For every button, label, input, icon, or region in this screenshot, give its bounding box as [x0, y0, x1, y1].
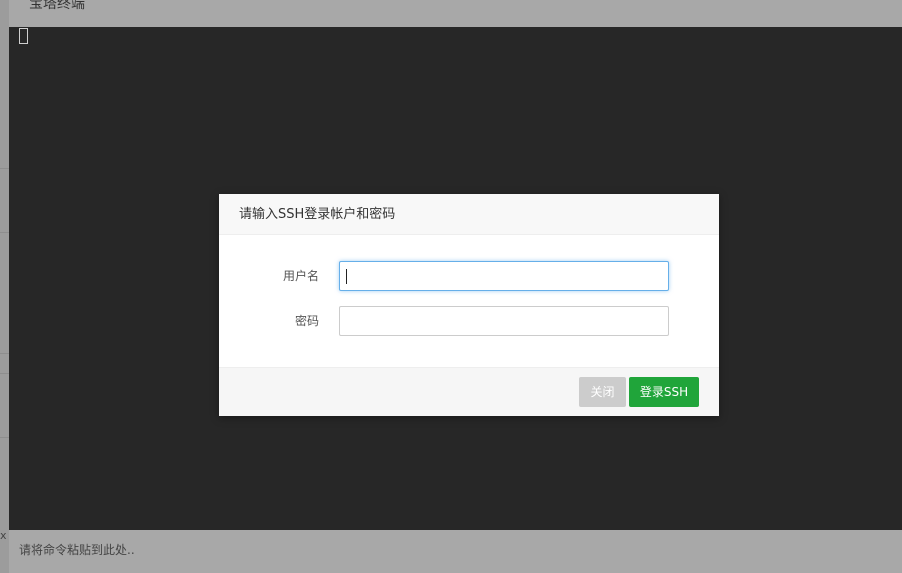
- close-icon[interactable]: x: [0, 530, 7, 542]
- close-button[interactable]: 关闭: [579, 377, 626, 407]
- divider: [0, 168, 9, 169]
- divider: [0, 437, 9, 438]
- background-page-strip: x: [0, 0, 9, 573]
- login-ssh-button[interactable]: 登录SSH: [629, 377, 699, 407]
- username-label: 用户名: [282, 269, 319, 283]
- divider: [0, 232, 9, 233]
- divider: [0, 353, 9, 354]
- dialog-footer: 关闭 登录SSH: [219, 367, 719, 416]
- dialog-title: 请输入SSH登录帐户和密码: [239, 207, 396, 222]
- text-caret: [346, 269, 347, 284]
- password-field[interactable]: [339, 306, 669, 336]
- page: x 宝塔终端 请将命令粘贴到此处.. 请输入SSH登录帐户和密码 用户名 密码 …: [0, 0, 902, 573]
- command-bar[interactable]: 请将命令粘贴到此处..: [9, 530, 902, 573]
- username-field[interactable]: [339, 261, 669, 291]
- block-cursor-icon: [19, 28, 28, 44]
- password-label: 密码: [294, 314, 319, 328]
- username-row: 用户名: [219, 261, 719, 291]
- divider: [0, 373, 9, 374]
- terminal-title-bar: 宝塔终端: [9, 0, 902, 27]
- password-row: 密码: [219, 306, 719, 336]
- window-title: 宝塔终端: [29, 0, 85, 12]
- dialog-header: 请输入SSH登录帐户和密码: [219, 194, 719, 235]
- command-input-placeholder[interactable]: 请将命令粘贴到此处..: [19, 542, 135, 558]
- ssh-login-dialog: 请输入SSH登录帐户和密码 用户名 密码 关闭 登录SSH: [219, 194, 719, 416]
